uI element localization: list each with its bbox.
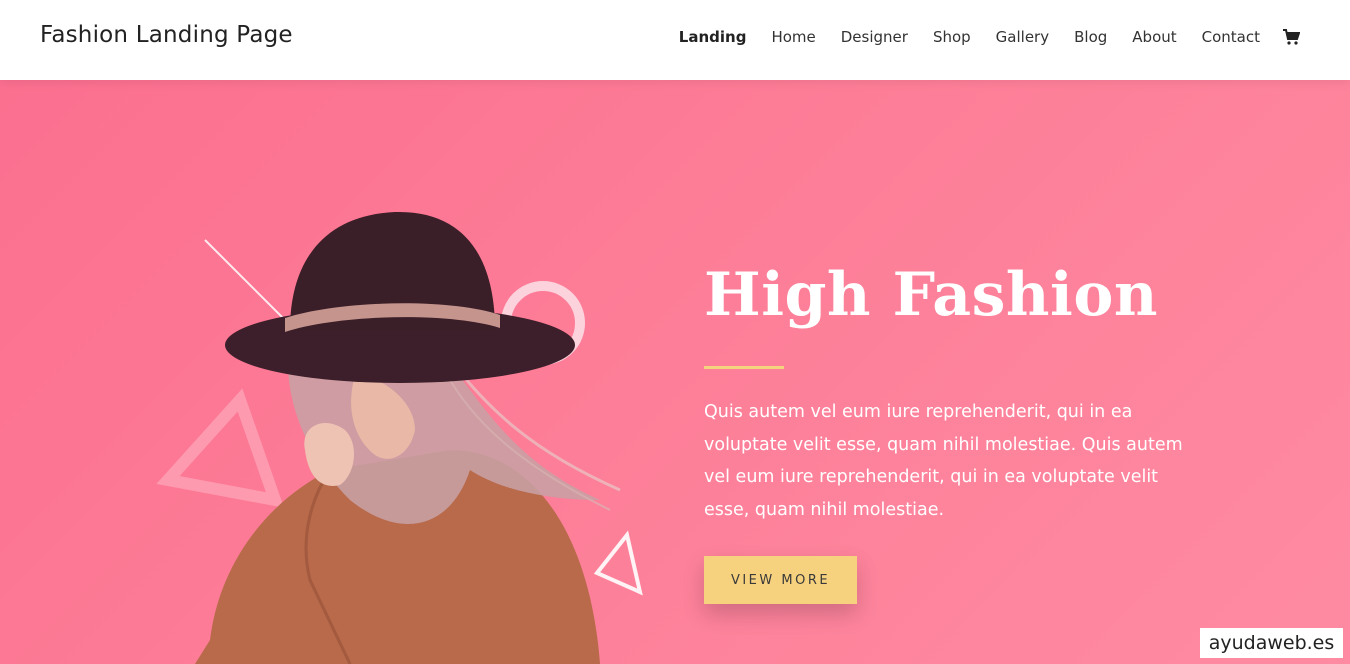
hero-description: Quis autem vel eum iure reprehenderit, q… [704, 402, 1183, 520]
shopping-cart-icon[interactable] [1282, 28, 1300, 46]
hero-title: High Fashion [704, 260, 1158, 330]
nav-item-shop[interactable]: Shop [933, 28, 971, 46]
hero-section: High Fashion Quis autem vel eum iure rep… [0, 80, 1350, 664]
site-header: Fashion Landing Page Landing Home Design… [0, 0, 1350, 80]
nav-item-about[interactable]: About [1132, 28, 1176, 46]
title-underline [704, 366, 784, 369]
site-title[interactable]: Fashion Landing Page [40, 22, 293, 48]
nav-item-contact[interactable]: Contact [1202, 28, 1260, 46]
main-nav: Landing Home Designer Shop Gallery Blog … [654, 28, 1300, 46]
view-more-button[interactable]: VIEW MORE [704, 556, 857, 604]
nav-item-landing[interactable]: Landing [679, 28, 747, 46]
nav-item-blog[interactable]: Blog [1074, 28, 1107, 46]
nav-item-designer[interactable]: Designer [841, 28, 908, 46]
watermark-label: ayudaweb.es [1200, 628, 1343, 658]
nav-item-home[interactable]: Home [771, 28, 815, 46]
fashion-model-image [195, 211, 621, 664]
nav-item-gallery[interactable]: Gallery [996, 28, 1049, 46]
